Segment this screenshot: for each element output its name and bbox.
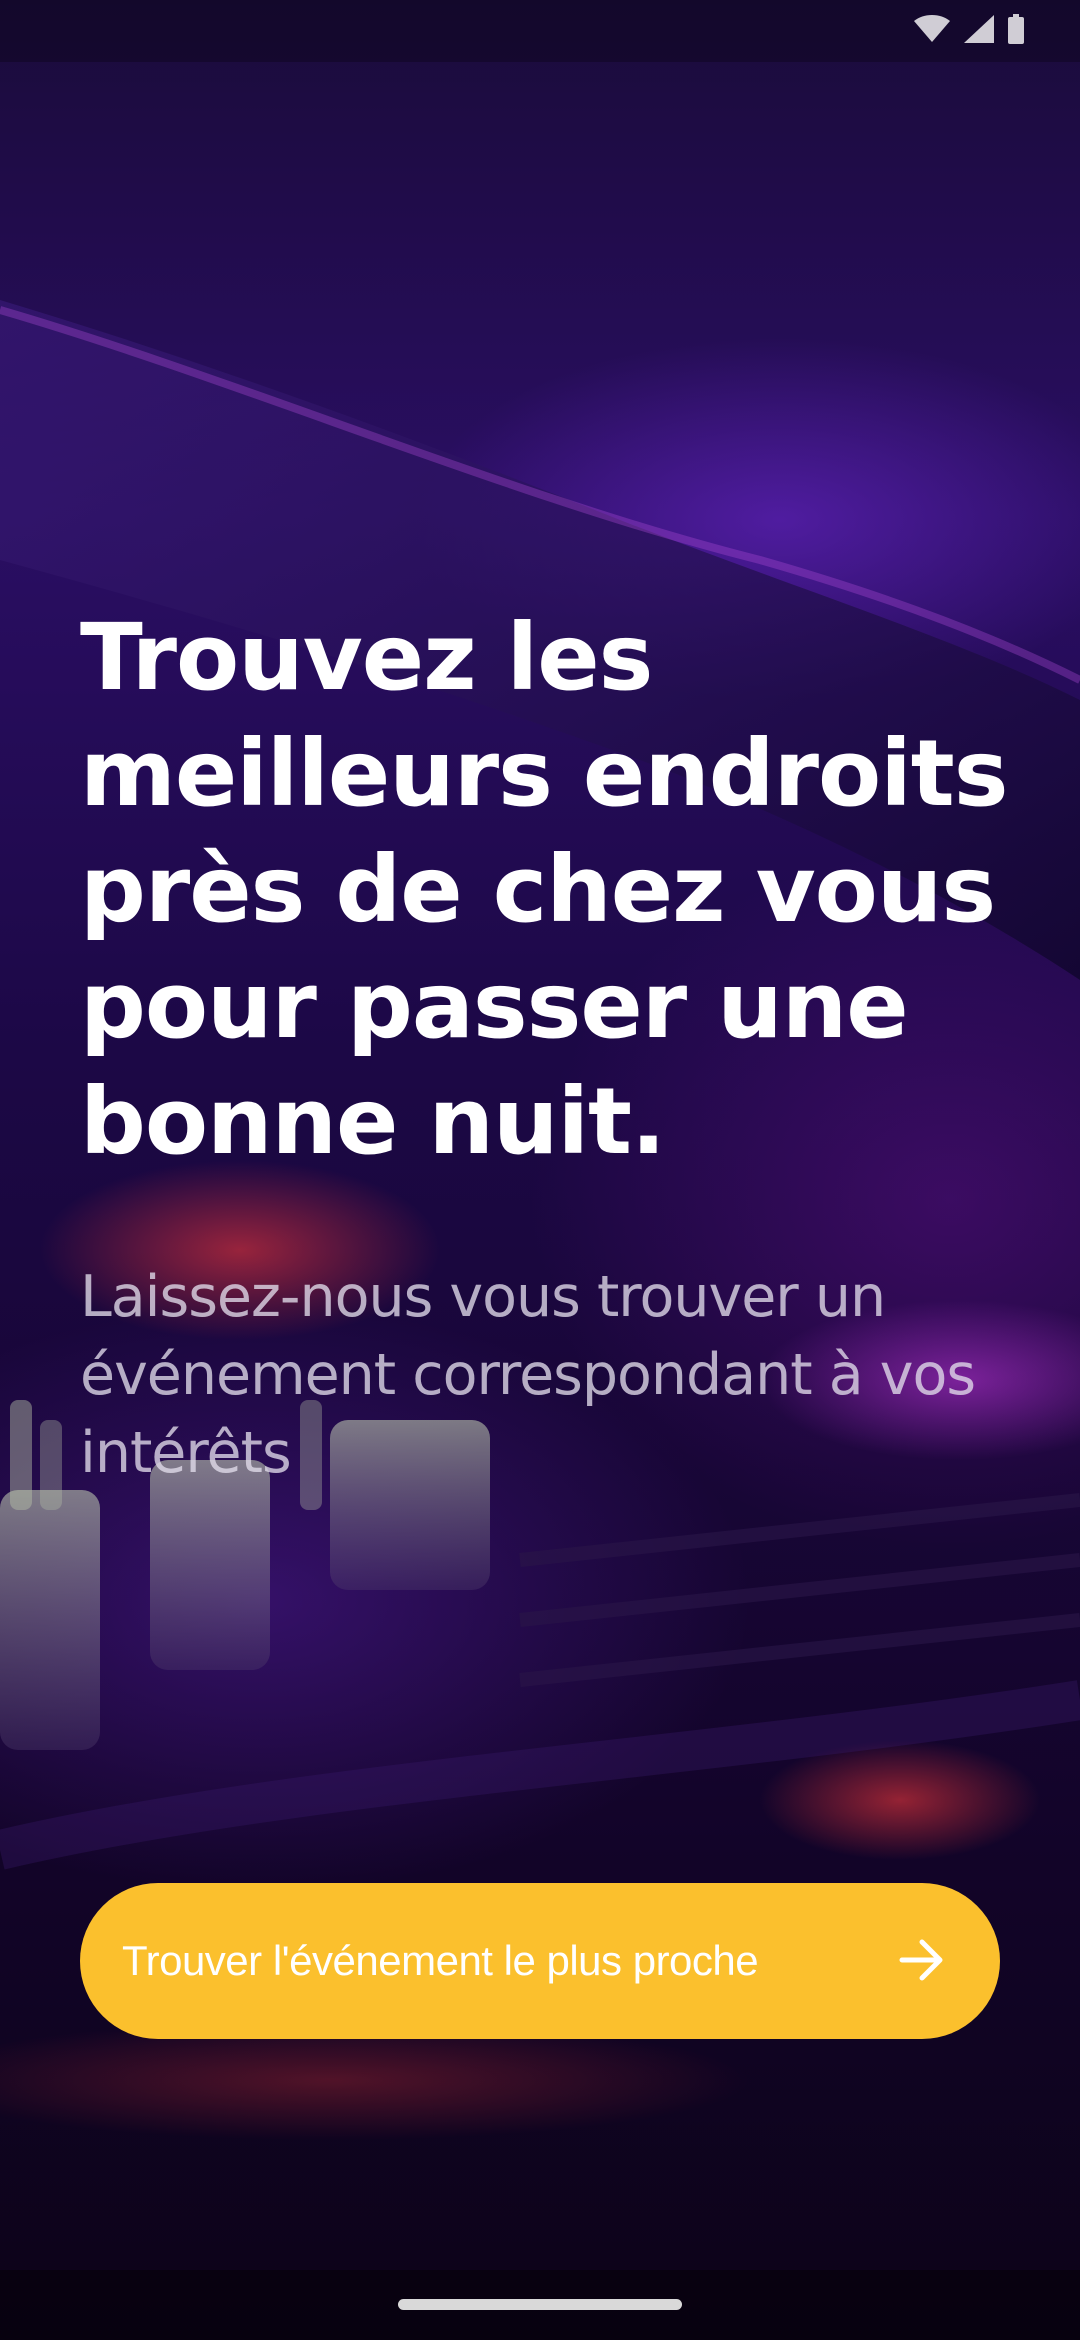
- onboarding-screen: Trouvez les meilleurs endroits près de c…: [0, 0, 1080, 2340]
- home-indicator[interactable]: [398, 2299, 682, 2310]
- subtitle: Laissez-nous vous trouver un événement c…: [80, 1264, 976, 1486]
- headline: Trouvez les meilleurs endroits près de c…: [80, 604, 1009, 1175]
- battery-icon: [1008, 14, 1024, 49]
- arrow-right-icon: [898, 1938, 946, 1985]
- find-nearest-event-button[interactable]: Trouver l'événement le plus proche: [80, 1883, 1000, 2039]
- wifi-icon: [914, 15, 950, 48]
- status-icons: [914, 14, 1024, 49]
- signal-icon: [964, 15, 994, 48]
- status-bar: [0, 0, 1080, 62]
- cta-label: Trouver l'événement le plus proche: [122, 1937, 759, 1984]
